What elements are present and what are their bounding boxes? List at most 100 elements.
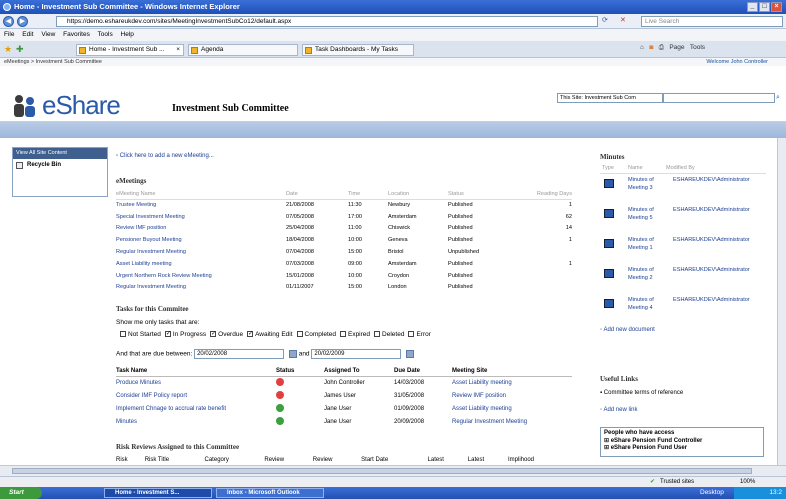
- minutes-doc-link[interactable]: Minutes of Meeting 3: [628, 177, 656, 192]
- meeting-name[interactable]: Regular Investment Meeting: [116, 282, 286, 294]
- tasks-col-header[interactable]: Status: [276, 367, 324, 377]
- task-site[interactable]: Asset Liability meeting: [452, 402, 572, 415]
- filter-checkbox[interactable]: [339, 331, 346, 338]
- risk-col-header[interactable]: Start Date: [361, 455, 427, 464]
- desktop-label[interactable]: Desktop: [700, 487, 724, 499]
- meetings-col-header[interactable]: Time: [348, 189, 388, 200]
- meeting-name[interactable]: Pensioner Buyout Meeting: [116, 234, 286, 246]
- search-go-icon[interactable]: ⌕: [776, 93, 785, 103]
- meeting-name[interactable]: Review IMF position: [116, 223, 286, 235]
- menu-file[interactable]: File: [4, 31, 14, 38]
- calendar-icon[interactable]: [288, 350, 297, 358]
- home-icon[interactable]: ⌂: [640, 44, 644, 51]
- meetings-col-header[interactable]: eMeeting Name: [116, 189, 286, 200]
- vertical-scrollbar[interactable]: [777, 138, 786, 465]
- forward-icon[interactable]: ▶: [17, 16, 28, 27]
- tasks-col-header[interactable]: Assigned To: [324, 367, 394, 377]
- filter-checkbox[interactable]: ✓: [164, 331, 171, 338]
- welcome-menu[interactable]: Welcome John Controller: [706, 58, 768, 66]
- add-favorite-icon[interactable]: ✚: [16, 44, 24, 55]
- meeting-name[interactable]: Urgent Northern Rock Review Meeting: [116, 270, 286, 282]
- minutes-doc-link[interactable]: Minutes of Meeting 4: [628, 297, 656, 312]
- tab-close-icon[interactable]: ×: [176, 45, 180, 55]
- menu-help[interactable]: Help: [121, 31, 134, 38]
- filter-checkbox[interactable]: ✓: [210, 331, 216, 338]
- menu-tools[interactable]: Tools: [98, 31, 113, 38]
- task-name[interactable]: Implement Chnage to accrual rate benefit: [116, 402, 276, 415]
- refresh-icon[interactable]: ⟳: [602, 16, 608, 24]
- zoom-control[interactable]: 100%: [740, 477, 755, 487]
- tasks-col-header[interactable]: Task Name: [116, 367, 276, 377]
- stop-icon[interactable]: ✕: [620, 16, 626, 24]
- link-terms[interactable]: ▪ Committee terms of reference: [600, 390, 683, 396]
- minimize-button[interactable]: _: [747, 2, 758, 12]
- meeting-name[interactable]: Asset Liability meeting: [116, 258, 286, 270]
- task-name[interactable]: Minutes: [116, 415, 276, 428]
- taskbar-item-outlook[interactable]: Inbox - Microsoft Outlook: [216, 488, 324, 498]
- scroll-thumb[interactable]: [12, 468, 752, 474]
- access-group-user[interactable]: ⊞ eShare Pension Fund User: [601, 444, 763, 451]
- tab-task-dashboards[interactable]: Task Dashboards - My Tasks: [302, 44, 414, 56]
- meeting-name[interactable]: Special Investment Meeting: [116, 211, 286, 223]
- minutes-modified-by[interactable]: ESHAREUKDEV\Administrator: [673, 297, 750, 303]
- minutes-modified-by[interactable]: ESHAREUKDEV\Administrator: [673, 207, 750, 213]
- meetings-col-header[interactable]: Reading Days: [518, 189, 572, 200]
- meetings-col-header[interactable]: Location: [388, 189, 448, 200]
- due-from-input[interactable]: 20/02/2008: [194, 349, 285, 359]
- due-to-input[interactable]: 20/02/2009: [311, 349, 402, 359]
- minutes-modified-by[interactable]: ESHAREUKDEV\Administrator: [673, 267, 750, 273]
- task-name[interactable]: Produce Minutes: [116, 376, 276, 389]
- tasks-col-header[interactable]: Due Date: [394, 367, 452, 377]
- meetings-col-header[interactable]: Status: [448, 189, 518, 200]
- risk-col-header[interactable]: Risk Title: [145, 455, 205, 464]
- risk-col-header[interactable]: Latest: [428, 455, 468, 464]
- minutes-modified-by[interactable]: ESHAREUKDEV\Administrator: [673, 177, 750, 183]
- filter-checkbox[interactable]: [374, 331, 381, 338]
- back-icon[interactable]: ◀: [3, 16, 14, 27]
- favorites-star-icon[interactable]: ★: [4, 44, 12, 55]
- tab-home[interactable]: Home - Investment Sub ... ×: [76, 44, 184, 56]
- feeds-icon[interactable]: ◙: [649, 44, 653, 51]
- breadcrumb[interactable]: eMeetings > Investment Sub Committee: [4, 59, 102, 65]
- view-all-content-link[interactable]: View All Site Content: [13, 148, 107, 159]
- close-button[interactable]: ×: [771, 2, 782, 12]
- print-icon[interactable]: ⎙: [659, 44, 664, 51]
- add-link[interactable]: ▫ Add new link: [600, 407, 638, 413]
- taskbar-item-ie[interactable]: Home - Investment S...: [104, 488, 212, 498]
- filter-checkbox[interactable]: ✓: [247, 331, 253, 338]
- url-input[interactable]: https://demo.eshareukdev.com/sites/Meeti…: [56, 16, 598, 27]
- risk-col-header[interactable]: Review: [264, 455, 312, 464]
- start-button[interactable]: Start: [0, 487, 42, 499]
- risk-col-header[interactable]: Review: [313, 455, 361, 464]
- task-site[interactable]: Review IMF position: [452, 389, 572, 402]
- search-scope-select[interactable]: This Site: Investment Sub Com: [557, 93, 663, 103]
- risk-col-header[interactable]: Latest: [468, 455, 508, 464]
- filter-checkbox[interactable]: [120, 331, 126, 338]
- filter-checkbox[interactable]: [408, 331, 415, 338]
- menu-edit[interactable]: Edit: [22, 31, 33, 38]
- menu-favorites[interactable]: Favorites: [63, 31, 90, 38]
- risk-col-header[interactable]: Category: [205, 455, 265, 464]
- task-site[interactable]: Asset Liability meeting: [452, 376, 572, 389]
- tools-menu[interactable]: Tools: [690, 44, 705, 51]
- meeting-name[interactable]: Trustee Meeting: [116, 199, 286, 211]
- menu-view[interactable]: View: [41, 31, 55, 38]
- add-document-link[interactable]: ▫ Add new document: [600, 327, 655, 333]
- site-search-input[interactable]: [663, 93, 775, 103]
- risk-col-header[interactable]: Risk: [116, 455, 145, 464]
- minutes-modified-by[interactable]: ESHAREUKDEV\Administrator: [673, 237, 750, 243]
- horizontal-scrollbar[interactable]: [0, 465, 786, 476]
- page-menu[interactable]: Page: [669, 44, 684, 51]
- tab-agenda[interactable]: Agenda: [188, 44, 298, 56]
- add-meeting-link[interactable]: ▫ Click here to add a new eMeeting...: [116, 153, 214, 159]
- meeting-name[interactable]: Regular Investment Meeting: [116, 246, 286, 258]
- search-input[interactable]: Live Search: [641, 16, 783, 27]
- task-name[interactable]: Consider IMF Policy report: [116, 389, 276, 402]
- minutes-doc-link[interactable]: Minutes of Meeting 2: [628, 267, 656, 282]
- access-group-controller[interactable]: ⊞ eShare Pension Fund Controller: [601, 437, 763, 444]
- risk-col-header[interactable]: Implihood: [508, 455, 572, 464]
- maximize-button[interactable]: □: [759, 2, 770, 12]
- minutes-doc-link[interactable]: Minutes of Meeting 1: [628, 237, 656, 252]
- meetings-col-header[interactable]: Date: [286, 189, 348, 200]
- filter-checkbox[interactable]: [296, 331, 303, 338]
